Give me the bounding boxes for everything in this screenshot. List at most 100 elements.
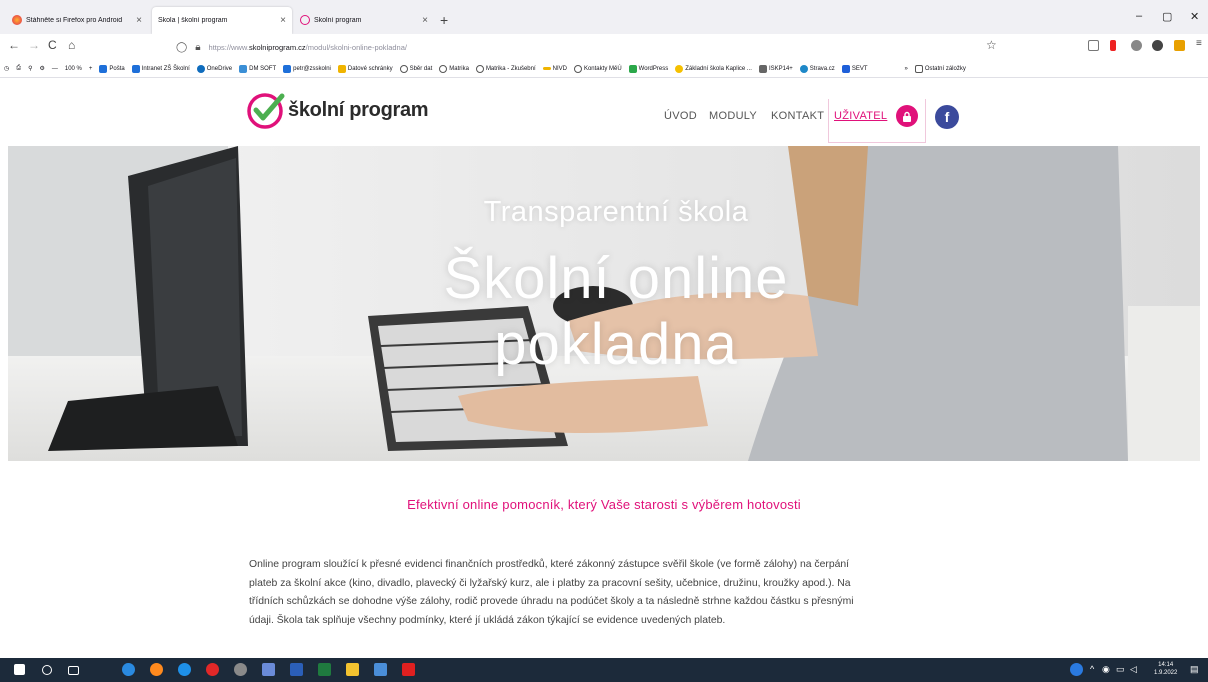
bookmarks-toolbar: ◷ ⎙ ⚲ ⚙ — 100 % + Pošta Intranet ZŠ Škol… — [0, 60, 1208, 78]
facebook-button[interactable]: f — [935, 105, 959, 129]
home-icon[interactable]: ⌂ — [68, 38, 75, 52]
extension-icon[interactable] — [1110, 40, 1116, 51]
site-header: školní program ÚVOD MODULY KONTAKT UŽIVA… — [0, 78, 1208, 146]
tab-close-icon[interactable]: × — [280, 15, 286, 26]
tab-close-icon[interactable]: × — [422, 15, 428, 26]
hero-subtitle: Transparentní škola — [483, 196, 749, 228]
tab-skola-skolni-program[interactable]: Škola | školní program × — [152, 7, 292, 34]
firefox-icon[interactable] — [150, 663, 163, 676]
bookmark-onedrive[interactable]: OneDrive — [196, 64, 232, 73]
new-tab-button[interactable]: + — [440, 12, 448, 28]
settings-icon[interactable]: ⚙ — [39, 65, 44, 72]
account-icon[interactable] — [1131, 40, 1142, 51]
nav-uzivatel[interactable]: UŽIVATEL — [834, 110, 887, 122]
tab-label: Školní program — [314, 16, 362, 24]
intro-line: plateb za školní akce (kino, divadlo, pl… — [249, 577, 851, 589]
zoom-in-button[interactable]: + — [89, 66, 93, 72]
url-path: /modul/skolni-online-pokladna/ — [305, 42, 407, 52]
intro-line: třídních schůzkách se dohodne výše záloh… — [249, 596, 854, 608]
nav-moduly[interactable]: MODULY — [709, 110, 757, 122]
url-bar[interactable]: ◯ 🔒︎ https://www. skolniprogram.cz /modu… — [176, 37, 996, 57]
file-explorer-icon[interactable] — [346, 663, 359, 676]
speaker-icon[interactable]: ◁ — [1130, 664, 1137, 675]
checkmark-logo-icon — [247, 93, 285, 129]
display-icon[interactable]: ▭ — [1116, 664, 1125, 675]
login-button[interactable] — [896, 105, 918, 127]
sun-icon — [675, 64, 684, 73]
forward-arrow-icon[interactable]: → — [28, 38, 40, 52]
bookmark-wordpress[interactable]: WordPress — [628, 64, 668, 73]
bookmark-strava[interactable]: Strava.cz — [799, 64, 835, 73]
tab-label: Škola | školní program — [158, 17, 228, 24]
zoom-out-button[interactable]: — — [52, 66, 58, 72]
tab-firefox-android[interactable]: Stáhněte si Firefox pro Android × — [6, 9, 148, 31]
bookmark-matrika[interactable]: Matrika — [439, 64, 469, 73]
windows-taskbar: ^ ◉ ▭ ◁ 14:14 1.9.2022 ▤ — [0, 658, 1208, 682]
bookmark-intranet[interactable]: Intranet ZŠ Školní — [131, 64, 190, 73]
internet-explorer-icon[interactable] — [178, 663, 191, 676]
intro-line: údaji. Škola tak splňuje všechny podmínk… — [249, 614, 726, 626]
calculator-icon[interactable] — [262, 663, 275, 676]
app-tray-icon[interactable] — [1070, 663, 1083, 676]
tagline: Efektivní online pomocník, který Vaše st… — [407, 497, 801, 512]
bookmark-iskp14[interactable]: ISKP14+ — [758, 64, 793, 73]
print-icon[interactable]: ⎙ — [16, 65, 21, 72]
shield-icon: ◯ — [176, 41, 188, 53]
acrobat-icon[interactable] — [402, 663, 415, 676]
nav-kontakt[interactable]: KONTAKT — [771, 110, 824, 122]
site-logo[interactable]: školní program — [246, 90, 429, 130]
lock-icon: 🔒︎ — [195, 41, 201, 53]
bookmark-sber-dat[interactable]: Sběr dat — [399, 64, 432, 73]
bookmark-star-icon[interactable]: ☆ — [986, 38, 997, 52]
tab-close-icon[interactable]: × — [136, 15, 142, 26]
bookmark-dm-soft[interactable]: DM SOFT — [239, 64, 276, 73]
bookmark-petr[interactable]: petr@zsskolni — [283, 64, 331, 73]
hero-title-line2: pokladna — [494, 312, 738, 377]
edge-icon[interactable] — [122, 663, 135, 676]
nav-uvod[interactable]: ÚVOD — [664, 110, 697, 122]
globe-icon — [573, 64, 582, 73]
url-host: skolniprogram.cz — [248, 42, 306, 52]
opera-icon[interactable] — [206, 663, 219, 676]
other-bookmarks[interactable]: Ostatní záložky — [914, 64, 966, 73]
word-icon[interactable] — [290, 663, 303, 676]
chevron-up-icon[interactable]: ^ — [1090, 664, 1094, 674]
globe-icon — [439, 64, 448, 73]
intro-line: Online program sloužící k přesné evidenc… — [249, 559, 850, 570]
bookmark-sevt[interactable]: SEVT — [841, 64, 867, 73]
more-bookmarks-button[interactable]: » — [904, 66, 907, 72]
extension-icon[interactable] — [1152, 40, 1163, 51]
back-arrow-icon[interactable]: ← — [8, 38, 20, 52]
bookmark-zs-kaplice[interactable]: Základní škola Kaplice ... — [675, 64, 752, 73]
maximize-button[interactable]: ▢ — [1162, 10, 1172, 23]
bookmark-kontakty-meu[interactable]: Kontakty MěÚ — [573, 64, 622, 73]
hero-title: Školní online pokladna — [8, 246, 1200, 378]
windows-start-icon[interactable] — [14, 664, 25, 675]
notifications-icon[interactable]: ▤ — [1190, 664, 1199, 675]
pocket-icon[interactable] — [1088, 40, 1099, 51]
app-icon[interactable] — [374, 663, 387, 676]
minimize-button[interactable]: – — [1136, 10, 1142, 22]
bookmark-datove-schranky[interactable]: Datové schránky — [337, 64, 393, 73]
tab-label: Stáhněte si Firefox pro Android — [26, 16, 123, 24]
zoom-icon[interactable]: ⚲ — [28, 65, 32, 72]
excel-icon[interactable] — [318, 663, 331, 676]
bookmark-matrika-zkusebni[interactable]: Matrika - Zkušební — [475, 64, 536, 73]
app-icon[interactable] — [234, 663, 247, 676]
reload-icon[interactable]: C — [48, 38, 57, 52]
zoom-level[interactable]: 100 % — [65, 66, 82, 72]
bookmark-posta[interactable]: Pošta — [99, 64, 125, 73]
network-icon[interactable]: ◉ — [1102, 664, 1110, 675]
tab-skolni-program[interactable]: Školní program × — [294, 9, 434, 31]
menu-icon[interactable]: ≡ — [1196, 38, 1202, 49]
extension-icon[interactable] — [1174, 40, 1185, 51]
history-icon[interactable]: ◷ — [4, 65, 9, 72]
cloud-icon — [196, 64, 205, 73]
hero-banner: Transparentní škola Školní online poklad… — [8, 146, 1200, 461]
wordpress-icon — [628, 64, 637, 73]
search-icon[interactable] — [42, 665, 52, 675]
taskbar-clock[interactable]: 14:14 1.9.2022 — [1154, 661, 1177, 677]
bookmark-nivd[interactable]: NIVD — [542, 66, 567, 72]
close-window-button[interactable]: ✕ — [1190, 10, 1199, 23]
task-view-icon[interactable] — [68, 666, 79, 675]
